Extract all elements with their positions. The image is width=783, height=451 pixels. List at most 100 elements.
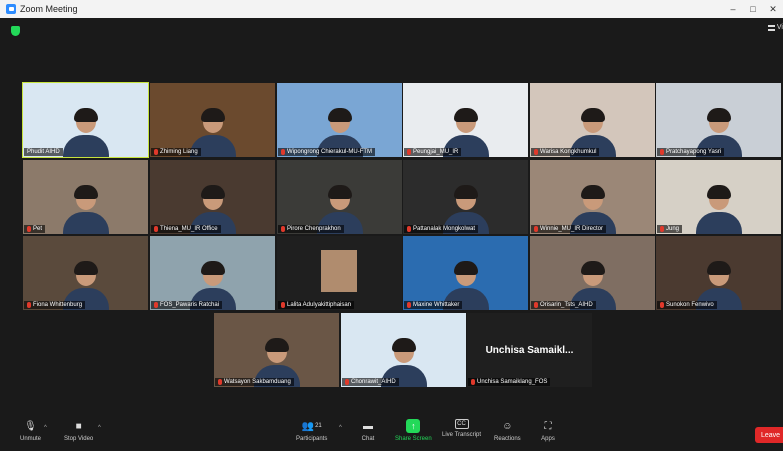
- person-hair: [73, 108, 98, 122]
- participant-tile[interactable]: Wipongrong Chierakul-MU-FTM: [277, 83, 402, 157]
- participant-tile[interactable]: Chonrawit_AIHD: [341, 313, 466, 387]
- video-options-chevron-icon[interactable]: ^: [98, 425, 101, 431]
- person-body: [695, 212, 742, 234]
- participant-name-tag: Jung: [657, 225, 683, 233]
- participant-tile[interactable]: Fiona Whittenburg: [23, 236, 148, 310]
- unmute-label: Unmute: [20, 436, 42, 442]
- audio-options-chevron-icon[interactable]: ^: [44, 425, 47, 431]
- person-hair: [706, 108, 731, 122]
- muted-mic-icon: [281, 226, 285, 232]
- cc-icon: CC: [454, 419, 469, 429]
- participant-name: FOS_Pawaris Ratchai: [160, 302, 220, 308]
- participant-name: Jung: [666, 226, 680, 232]
- participant-tile[interactable]: Phudit AIHD: [22, 82, 149, 158]
- participant-tile[interactable]: Peungjai_MU_IR: [403, 83, 528, 157]
- close-button[interactable]: ✕: [763, 0, 783, 18]
- window-title: Zoom Meeting: [20, 4, 78, 14]
- minimize-button[interactable]: –: [723, 0, 743, 18]
- reactions-emoji-icon: ☺: [502, 420, 513, 432]
- view-button[interactable]: Vi: [767, 24, 783, 31]
- participants-label: Participants: [296, 436, 328, 442]
- person-hair: [73, 185, 98, 199]
- participant-name: Lalita Adulyakittiphaisan: [287, 302, 352, 308]
- participant-name-tag: Winnie_MU_IR Director: [531, 225, 607, 233]
- participant-tile[interactable]: FOS_Pawaris Ratchai: [150, 236, 275, 310]
- participant-tile[interactable]: Pattanalak Mongkolwat: [403, 160, 528, 234]
- participant-name-tag: Chonrawit_AIHD: [342, 378, 399, 386]
- participants-icon: 👥 21: [301, 420, 322, 432]
- person-hair: [327, 185, 352, 199]
- participant-name-tag: Sunokon Fenwivo: [657, 301, 717, 309]
- muted-mic-icon: [407, 149, 411, 155]
- security-shield-icon[interactable]: [11, 26, 20, 36]
- maximize-button[interactable]: □: [743, 0, 763, 18]
- participant-name-tag: Fiona Whittenburg: [24, 301, 86, 309]
- participant-tile[interactable]: Zhiming Liang: [150, 83, 275, 157]
- participant-name-tag: Pirore Chenprakhon: [278, 225, 344, 233]
- chat-label: Chat: [361, 436, 375, 442]
- chat-button[interactable]: ▬ Chat: [361, 419, 375, 443]
- participant-name: Pirore Chenprakhon: [287, 226, 341, 232]
- participant-tile[interactable]: Sunokon Fenwivo: [656, 236, 781, 310]
- participant-tile[interactable]: Watsayon Sakbamduang: [214, 313, 339, 387]
- stop-video-button[interactable]: ■ Stop Video: [64, 419, 94, 443]
- unmute-button[interactable]: 🎙 Unmute: [20, 419, 42, 443]
- muted-mic-icon: [534, 302, 538, 308]
- share-screen-label: Share Screen: [395, 436, 432, 442]
- person-hair: [706, 261, 731, 275]
- share-screen-icon: ↑: [406, 419, 421, 433]
- participant-name-tag: Wipongrong Chierakul-MU-FTM: [278, 148, 376, 156]
- person-hair: [453, 261, 478, 275]
- apps-button[interactable]: ⛶ Apps: [541, 419, 555, 443]
- participant-name: Sunokon Fenwivo: [666, 302, 714, 308]
- participant-tile[interactable]: Pet: [23, 160, 148, 234]
- muted-mic-icon: [660, 149, 664, 155]
- muted-mic-icon: [281, 149, 285, 155]
- person-hair: [327, 108, 352, 122]
- participant-name-tag: FOS_Pawaris Ratchai: [151, 301, 223, 309]
- participant-tile[interactable]: Jung: [656, 160, 781, 234]
- muted-mic-icon: [154, 226, 158, 232]
- participant-video-person: [62, 107, 109, 157]
- participant-tile[interactable]: Thiena_MU_IR Office: [150, 160, 275, 234]
- participant-tile[interactable]: Pratchayapong Yasri: [656, 83, 781, 157]
- share-screen-button[interactable]: ↑ Share Screen: [395, 419, 432, 442]
- participant-name-tag: Maxine Whittaker: [404, 301, 463, 309]
- muted-mic-icon: [281, 302, 285, 308]
- person-hair: [391, 338, 416, 352]
- muted-mic-icon: [27, 226, 31, 232]
- muted-mic-icon: [154, 149, 158, 155]
- person-hair: [453, 185, 478, 199]
- participant-name-tag: Orisarin_Tsts_AIHD: [531, 301, 596, 309]
- person-hair: [706, 185, 731, 199]
- apps-icon: ⛶: [544, 420, 552, 432]
- participant-name-tag: Thiena_MU_IR Office: [151, 225, 221, 233]
- person-hair: [580, 261, 605, 275]
- leave-button[interactable]: Leave: [755, 427, 783, 443]
- participant-name: Maxine Whittaker: [413, 302, 460, 308]
- participant-name-tag: Peungjai_MU_IR: [404, 148, 462, 156]
- participants-options-chevron-icon[interactable]: ^: [339, 425, 342, 431]
- muted-mic-icon: [407, 302, 411, 308]
- participant-tile[interactable]: Unchisa Samaikl... Unchisa Samaiklang_FOS: [467, 313, 592, 387]
- stop-video-label: Stop Video: [64, 436, 94, 442]
- muted-mic-icon: [534, 226, 538, 232]
- participant-name-tag: Warisa Kongkhumkul: [531, 148, 600, 156]
- participant-tile[interactable]: Lalita Adulyakittiphaisan: [277, 236, 402, 310]
- muted-mic-icon: [218, 379, 222, 385]
- participant-tile[interactable]: Warisa Kongkhumkul: [530, 83, 655, 157]
- participant-name-tag: Pratchayapong Yasri: [657, 148, 725, 156]
- person-hair: [580, 108, 605, 122]
- participant-video-person: [62, 184, 109, 234]
- participant-tile[interactable]: Orisarin_Tsts_AIHD: [530, 236, 655, 310]
- participant-name-tag: Unchisa Samaiklang_FOS: [468, 378, 551, 386]
- participant-tile[interactable]: Pirore Chenprakhon: [277, 160, 402, 234]
- muted-mic-icon: [27, 302, 31, 308]
- participant-name-tag: Watsayon Sakbamduang: [215, 378, 294, 386]
- reactions-button[interactable]: ☺ Reactions: [494, 419, 521, 443]
- participants-button[interactable]: 👥 21 Participants: [296, 419, 328, 443]
- participant-tile[interactable]: Winnie_MU_IR Director: [530, 160, 655, 234]
- participant-name-tag: Pattanalak Mongkolwat: [404, 225, 479, 233]
- participant-tile[interactable]: Maxine Whittaker: [403, 236, 528, 310]
- live-transcript-button[interactable]: CC Live Transcript: [442, 419, 481, 438]
